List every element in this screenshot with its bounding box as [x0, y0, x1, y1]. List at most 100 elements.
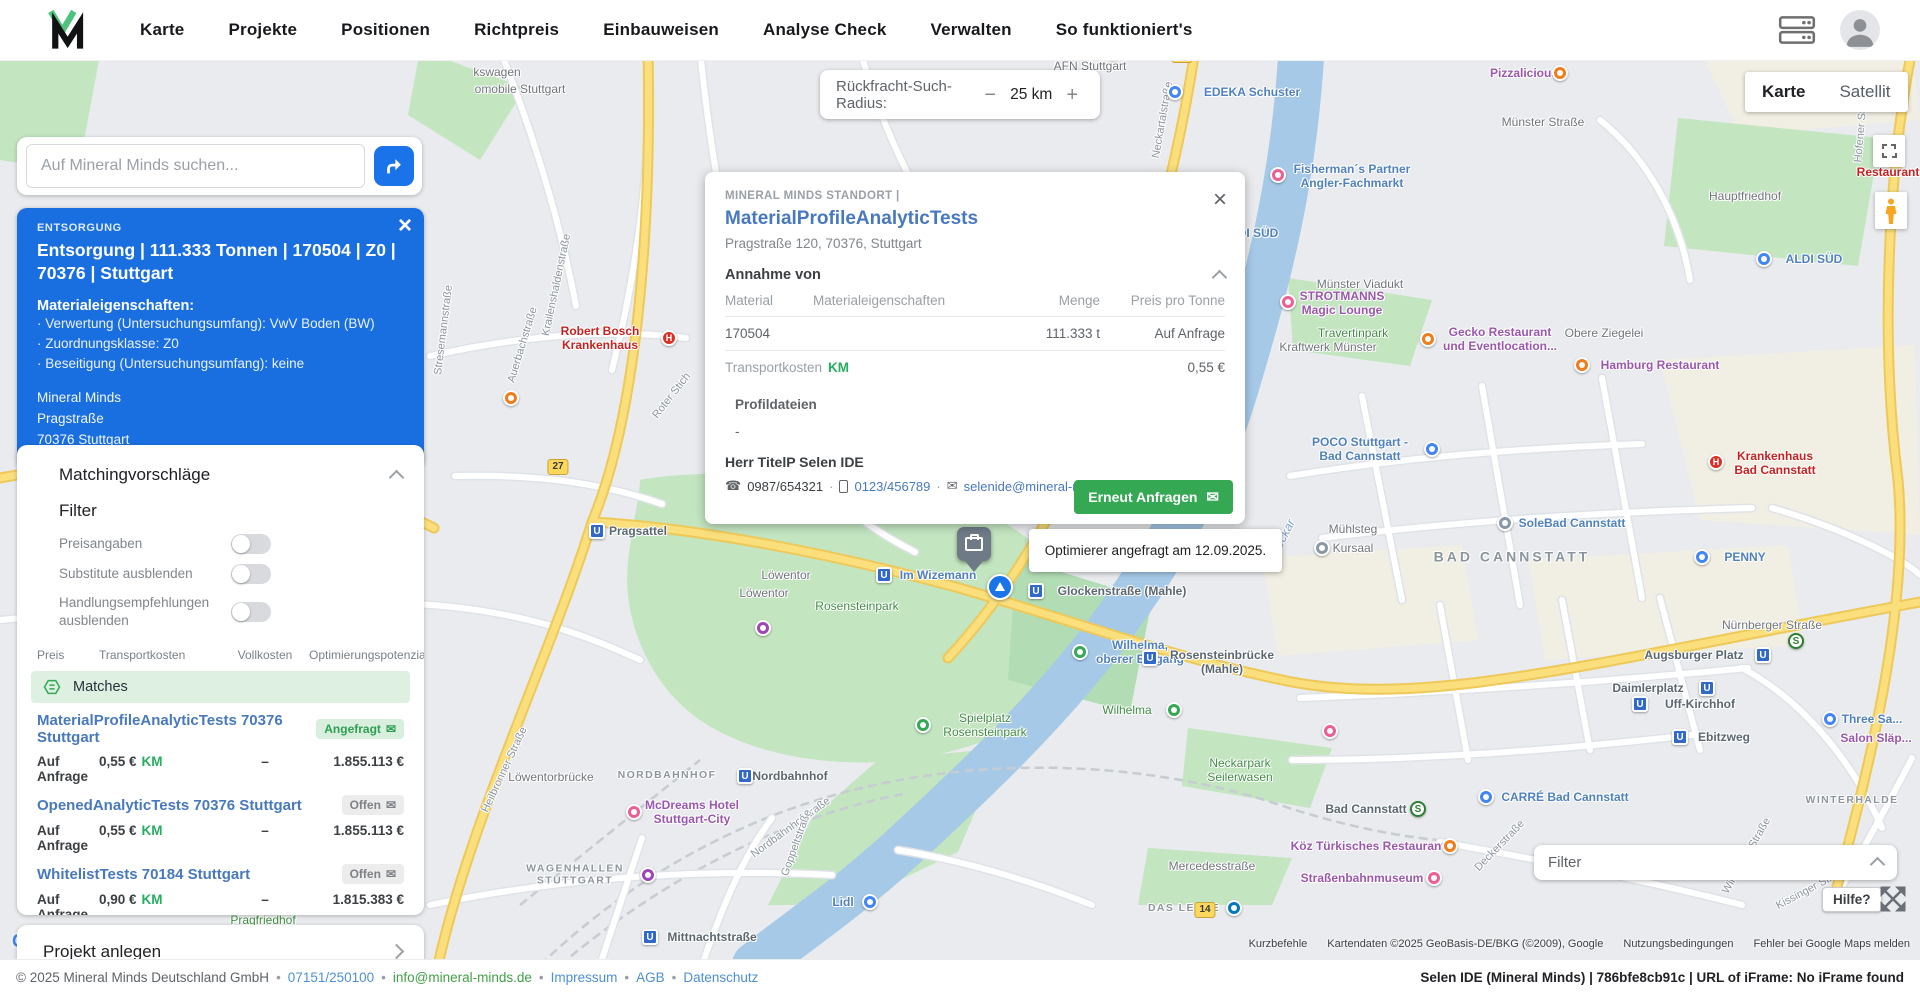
dot-separator: ·	[829, 478, 834, 494]
radius-label: Rückfracht-Such-Radius:	[836, 77, 952, 112]
match-price: Auf Anfrage	[37, 754, 89, 785]
transport-price: 0,55 €	[1187, 360, 1225, 375]
server-list-icon[interactable]	[1776, 14, 1818, 46]
toggle-row-substitute: Substitute ausblenden	[17, 559, 424, 589]
briefcase-icon	[965, 534, 983, 551]
contact-name: Herr TitelP Selen IDE	[725, 454, 864, 470]
disposal-title: Entsorgung | 111.333 Tonnen | 170504 | Z…	[37, 240, 396, 283]
hexagon-matches-icon	[43, 679, 61, 695]
map-canvas[interactable]: kswagen omobile Stuttgart AFN Stuttgart Mün…	[0, 60, 1920, 960]
match-link[interactable]: MaterialProfileAnalyticTests 70376 Stutt…	[37, 712, 316, 746]
help-button[interactable]: Hilfe?	[1822, 887, 1882, 912]
map-type-control: Karte Satellit	[1745, 72, 1908, 112]
match-row: MaterialProfileAnalyticTests 70376 Stutt…	[17, 705, 424, 788]
disposal-close-icon[interactable]: ×	[398, 214, 412, 238]
footer-phone-link[interactable]: 07151/250100	[288, 970, 374, 985]
toggle-preisangaben[interactable]	[231, 534, 271, 554]
popup-title[interactable]: MaterialProfileAnalyticTests	[725, 208, 1225, 230]
create-project-button[interactable]: Projekt anlegen	[17, 925, 424, 960]
street-view-pegman-button[interactable]	[1875, 192, 1907, 229]
heading-marker[interactable]	[987, 574, 1013, 600]
envelope-icon: ✉	[385, 722, 396, 737]
pan-expand-control[interactable]	[1878, 884, 1908, 919]
attr-shortcuts[interactable]: Kurzbefehle	[1249, 938, 1308, 950]
popup-close-icon[interactable]: ×	[1213, 188, 1227, 212]
popup-section-title: Annahme von	[725, 267, 821, 283]
match-row: OpenedAnalyticTests 70376 Stuttgart Offe…	[17, 788, 424, 857]
col-preis: Preis	[37, 648, 65, 663]
nav-item-karte[interactable]: Karte	[140, 20, 184, 40]
status-badge-offen: Offen ✉	[341, 864, 404, 885]
person-icon	[1846, 19, 1874, 47]
profile-files-value: -	[735, 424, 740, 439]
match-link[interactable]: WhitelistTests 70184 Stuttgart	[37, 866, 250, 883]
contact-mobile-link[interactable]: 0123/456789	[854, 479, 930, 494]
nav-item-verwalten[interactable]: Verwalten	[931, 20, 1012, 40]
map-filter-box[interactable]: Filter	[1534, 845, 1897, 880]
disposal-property: Verwertung (Untersuchungsumfang): VwV Bo…	[37, 314, 404, 334]
optimizer-tooltip: Optimierer angefragt am 12.09.2025.	[1029, 529, 1282, 572]
search-input[interactable]	[26, 144, 365, 188]
radius-decrease-button[interactable]: −	[978, 85, 1002, 105]
envelope-icon: ✉	[385, 867, 396, 882]
match-fullcost: –	[261, 892, 269, 908]
filter-label: Filter	[1548, 854, 1582, 871]
match-transport: 0,90 € KM	[99, 892, 163, 908]
directions-arrow-icon	[387, 159, 401, 174]
match-transport: 0,55 € KM	[99, 754, 163, 770]
envelope-icon: ✉	[1206, 489, 1219, 506]
footer-left: © 2025 Mineral Minds Deutschland GmbH • …	[16, 969, 759, 985]
toggle-handlungsempfehlungen[interactable]	[231, 601, 271, 622]
map-type-satellit-button[interactable]: Satellit	[1822, 72, 1907, 112]
panel-title: Matchingvorschläge	[59, 465, 211, 484]
footer-email-link[interactable]: info@mineral-minds.de	[393, 970, 532, 985]
match-table-header: Preis Transportkosten Vollkosten Optimie…	[17, 648, 424, 662]
footer-impressum-link[interactable]: Impressum	[551, 970, 618, 985]
nav-right	[1776, 10, 1880, 50]
collapse-chevron-icon[interactable]	[388, 469, 405, 485]
match-transport: 0,55 € KM	[99, 823, 163, 839]
fullscreen-button[interactable]	[1873, 135, 1905, 167]
toggle-row-handlungsempfehlungen: Handlungsempfehlungen ausblenden	[17, 589, 424, 634]
transport-label: Transportkosten KM	[725, 360, 850, 375]
attr-report-link[interactable]: Fehler bei Google Maps melden	[1753, 938, 1910, 950]
profile-files-label: Profildateien	[735, 397, 817, 412]
nav-item-analyse-check[interactable]: Analyse Check	[763, 20, 887, 40]
disposal-property: Zuordnungsklasse: Z0	[37, 334, 404, 354]
mineral-minds-location-pin[interactable]	[957, 527, 991, 561]
nav-item-richtpreis[interactable]: Richtpreis	[474, 20, 559, 40]
match-potential: 1.855.113 €	[333, 754, 404, 770]
disposal-properties-heading: Materialeigenschaften:	[37, 297, 195, 314]
col-preis-pro-tonne: Preis pro Tonne	[1130, 293, 1225, 308]
nav-item-einbauweisen[interactable]: Einbauweisen	[603, 20, 719, 40]
popup-eyebrow: MINERAL MINDS STANDORT |	[725, 190, 900, 202]
toggle-substitute[interactable]	[231, 564, 271, 584]
match-fullcost: –	[261, 754, 269, 770]
matching-suggestions-panel: Matchingvorschläge Filter Preisangaben S…	[17, 445, 424, 915]
nav-item-so-funktionierts[interactable]: So funktioniert's	[1056, 20, 1193, 40]
fullscreen-icon	[1882, 144, 1897, 158]
user-avatar[interactable]	[1840, 10, 1880, 50]
directions-button[interactable]	[374, 146, 414, 186]
cell-material: 170504	[725, 326, 771, 341]
col-vollkosten: Vollkosten	[237, 648, 293, 663]
footer-copyright: © 2025 Mineral Minds Deutschland GmbH	[16, 969, 270, 985]
search-card	[17, 137, 422, 195]
attr-terms-link[interactable]: Nutzungsbedingungen	[1623, 938, 1733, 950]
toggle-label: Substitute ausblenden	[59, 566, 193, 582]
nav-item-projekte[interactable]: Projekte	[228, 20, 297, 40]
matches-group-header: Matches	[31, 671, 410, 704]
disposal-company: Mineral Minds	[37, 390, 122, 406]
mineral-minds-logo[interactable]	[42, 5, 88, 55]
map-type-karte-button[interactable]: Karte	[1745, 72, 1822, 112]
mobile-icon	[839, 479, 849, 493]
footer-agb-link[interactable]: AGB	[636, 970, 665, 985]
chevron-up-icon[interactable]	[1211, 269, 1228, 285]
footer-datenschutz-link[interactable]: Datenschutz	[683, 970, 758, 985]
nav-item-positionen[interactable]: Positionen	[341, 20, 430, 40]
resend-request-button[interactable]: Erneut Anfragen ✉	[1074, 480, 1233, 514]
match-link[interactable]: OpenedAnalyticTests 70376 Stuttgart	[37, 797, 302, 814]
col-materialeigenschaften: Materialeigenschaften	[813, 293, 946, 308]
disposal-street: Pragstraße	[37, 411, 104, 427]
radius-increase-button[interactable]: +	[1060, 85, 1084, 105]
